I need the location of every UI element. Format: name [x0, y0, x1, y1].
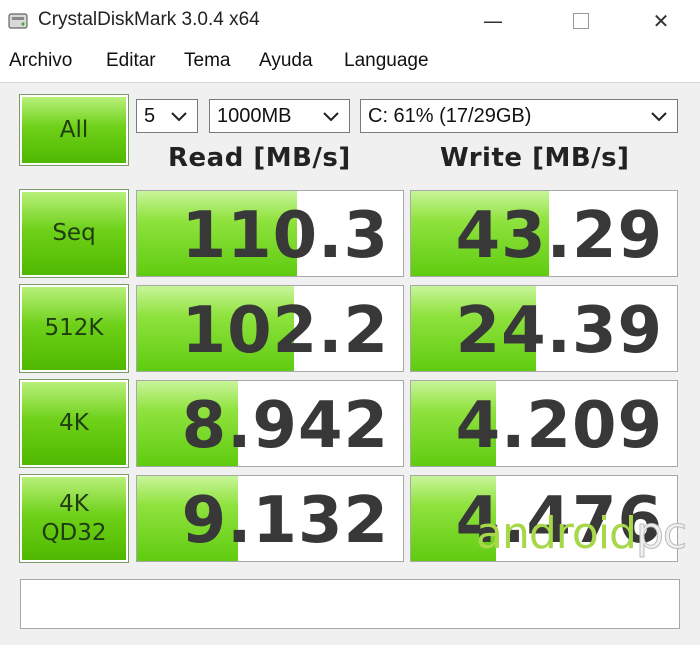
- 4k-qd32-read-result: 9.132: [136, 475, 404, 562]
- 512k-write-value: 24.39: [455, 294, 663, 368]
- 4k-read-result: 8.942: [136, 380, 404, 467]
- test-label: Seq: [52, 220, 96, 247]
- watermark: androidpc: [476, 508, 688, 560]
- menu-ayuda[interactable]: Ayuda: [259, 50, 313, 72]
- 4k-qd32-test-button[interactable]: 4K QD32: [19, 474, 129, 563]
- drive-value: C: 61% (17/29GB): [368, 105, 532, 127]
- 4k-write-value: 4.209: [455, 389, 663, 463]
- size-value: 1000MB: [217, 105, 292, 127]
- test-label: 512K: [44, 315, 104, 342]
- 4k-test-button[interactable]: 4K: [19, 379, 129, 468]
- menu-archivo[interactable]: Archivo: [9, 50, 72, 72]
- watermark-part-pc: pc: [635, 508, 687, 560]
- close-icon: ✕: [652, 9, 670, 33]
- chevron-down-icon: [171, 112, 187, 122]
- seq-test-button[interactable]: Seq: [19, 189, 129, 278]
- close-button[interactable]: ✕: [646, 8, 676, 34]
- menu-editar[interactable]: Editar: [106, 50, 156, 72]
- runs-value: 5: [144, 105, 156, 127]
- main-panel: All 5 1000MB C: 61% (17/29GB) Read [MB/s…: [0, 82, 700, 645]
- maximize-button[interactable]: [566, 8, 596, 34]
- comment-box[interactable]: [20, 579, 680, 629]
- watermark-part-android: android: [476, 508, 637, 559]
- seq-read-result: 110.3: [136, 190, 404, 277]
- seq-write-value: 43.29: [455, 199, 663, 273]
- 4k-write-result: 4.209: [410, 380, 678, 467]
- 4k-qd32-read-value: 9.132: [181, 484, 389, 558]
- menu-bar: Archivo Editar Tema Ayuda Language: [0, 42, 700, 82]
- title-bar: CrystalDiskMark 3.0.4 x64 — ✕: [0, 0, 700, 42]
- test-label: 4K: [59, 490, 89, 517]
- test-label-qd: QD32: [41, 519, 107, 546]
- test-label: 4K: [59, 410, 89, 437]
- 512k-read-result: 102.2: [136, 285, 404, 372]
- app-disk-icon: [8, 13, 28, 29]
- write-column-header: Write [MB/s]: [440, 143, 630, 173]
- read-column-header: Read [MB/s]: [168, 143, 351, 173]
- drive-select[interactable]: C: 61% (17/29GB): [360, 99, 678, 133]
- menu-language[interactable]: Language: [344, 50, 429, 72]
- 512k-write-result: 24.39: [410, 285, 678, 372]
- 512k-read-value: 102.2: [181, 294, 389, 368]
- 512k-test-button[interactable]: 512K: [19, 284, 129, 373]
- 4k-read-value: 8.942: [181, 389, 389, 463]
- size-select[interactable]: 1000MB: [209, 99, 350, 133]
- chevron-down-icon: [651, 112, 667, 122]
- minimize-button[interactable]: —: [478, 8, 508, 34]
- minimize-icon: —: [483, 9, 503, 33]
- maximize-icon: [573, 13, 589, 29]
- menu-tema[interactable]: Tema: [184, 50, 230, 72]
- all-button[interactable]: All: [19, 94, 129, 166]
- seq-write-result: 43.29: [410, 190, 678, 277]
- all-button-label: All: [59, 116, 89, 143]
- window-title: CrystalDiskMark 3.0.4 x64: [38, 9, 260, 30]
- seq-read-value: 110.3: [181, 199, 389, 273]
- chevron-down-icon: [323, 112, 339, 122]
- runs-select[interactable]: 5: [136, 99, 198, 133]
